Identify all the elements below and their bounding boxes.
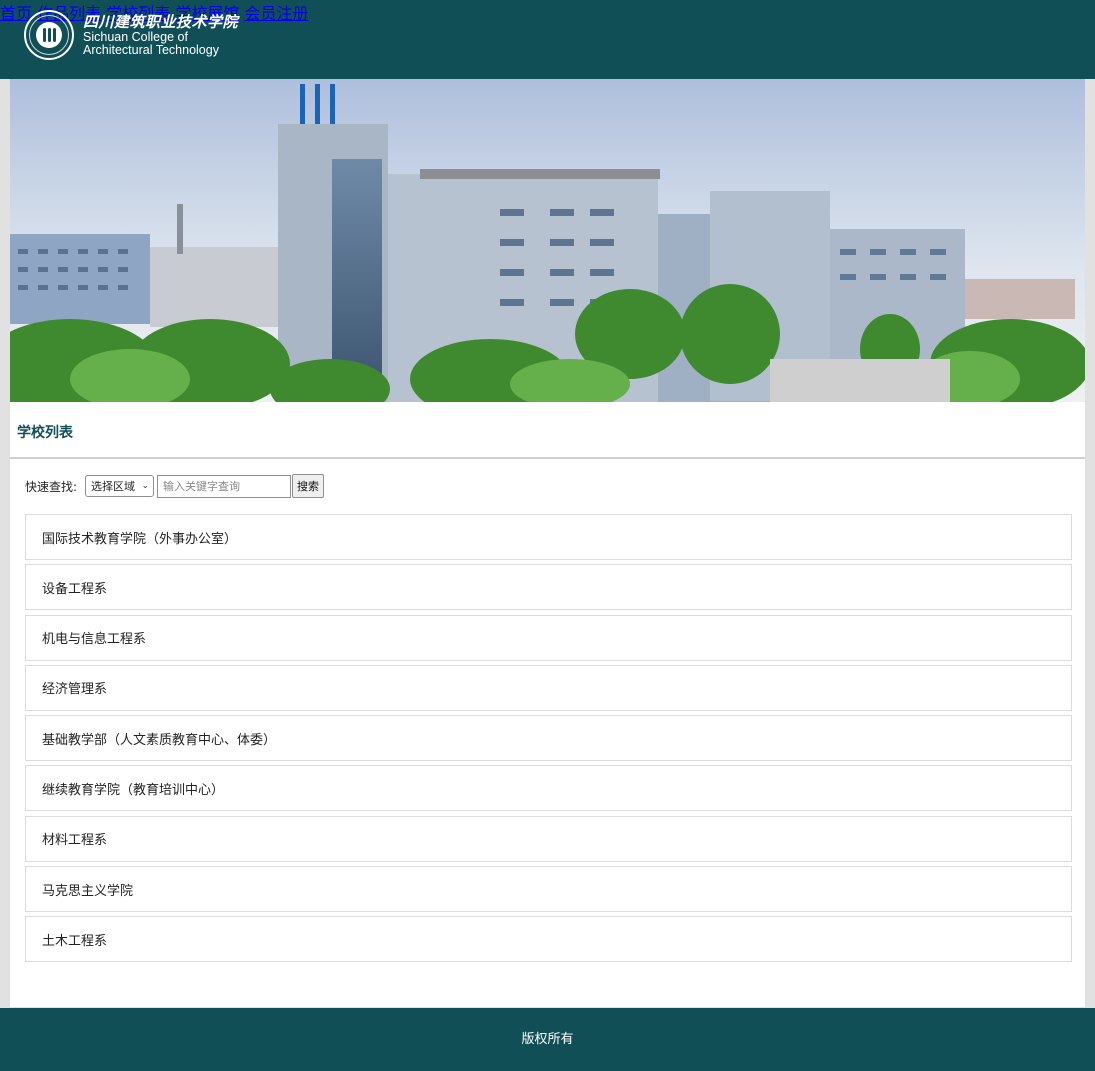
logo-name-cn: 四川建筑职业技术学院 xyxy=(83,13,239,31)
site-header: 四川建筑职业技术学院 Sichuan College of Architectu… xyxy=(0,0,1095,79)
search-label: 快速查找: xyxy=(25,479,78,494)
school-list-item[interactable]: 马克思主义学院 xyxy=(25,866,1072,913)
search-button[interactable]: 搜索 xyxy=(292,474,325,498)
school-list-item[interactable]: 设备工程系 xyxy=(25,564,1072,611)
school-list-item[interactable]: 继续教育学院（教育培训中心） xyxy=(25,765,1072,812)
school-list-item[interactable]: 经济管理系 xyxy=(25,664,1072,711)
copyright-text: 版权所有 xyxy=(521,1032,574,1047)
site-footer: 版权所有 xyxy=(0,1008,1095,1071)
school-list-item[interactable]: 机电与信息工程系 xyxy=(25,614,1072,661)
school-list: 国际技术教育学院（外事办公室） 设备工程系 机电与信息工程系 经济管理系 基础教… xyxy=(25,514,1072,967)
main-panel: 学校列表 快速查找: 选择区域 ⌄ 搜索 国际技术教育学院（外事办公室） 设备工… xyxy=(10,402,1085,1007)
search-bar: 快速查找: 选择区域 ⌄ 搜索 xyxy=(25,474,325,498)
college-seal-icon xyxy=(24,10,74,60)
logo-name-en-line2: Architectural Technology xyxy=(83,43,219,57)
school-list-item[interactable]: 材料工程系 xyxy=(25,815,1072,862)
college-logo[interactable]: 四川建筑职业技术学院 Sichuan College of Architectu… xyxy=(24,10,238,60)
campus-banner-image xyxy=(10,79,1085,402)
chevron-down-icon: ⌄ xyxy=(141,481,150,491)
school-list-item[interactable]: 基础教学部（人文素质教育中心、体委） xyxy=(25,715,1072,762)
logo-text: 四川建筑职业技术学院 Sichuan College of Architectu… xyxy=(83,13,238,57)
region-select-value: 选择区域 xyxy=(91,480,136,493)
keyword-input[interactable] xyxy=(157,474,292,498)
page-title: 学校列表 xyxy=(17,425,73,441)
title-divider xyxy=(10,457,1085,459)
school-list-item[interactable]: 国际技术教育学院（外事办公室） xyxy=(25,514,1072,560)
school-list-item[interactable]: 土木工程系 xyxy=(25,916,1072,963)
region-select[interactable]: 选择区域 ⌄ xyxy=(85,475,155,497)
nav-register[interactable]: 会员注册 xyxy=(244,4,308,23)
